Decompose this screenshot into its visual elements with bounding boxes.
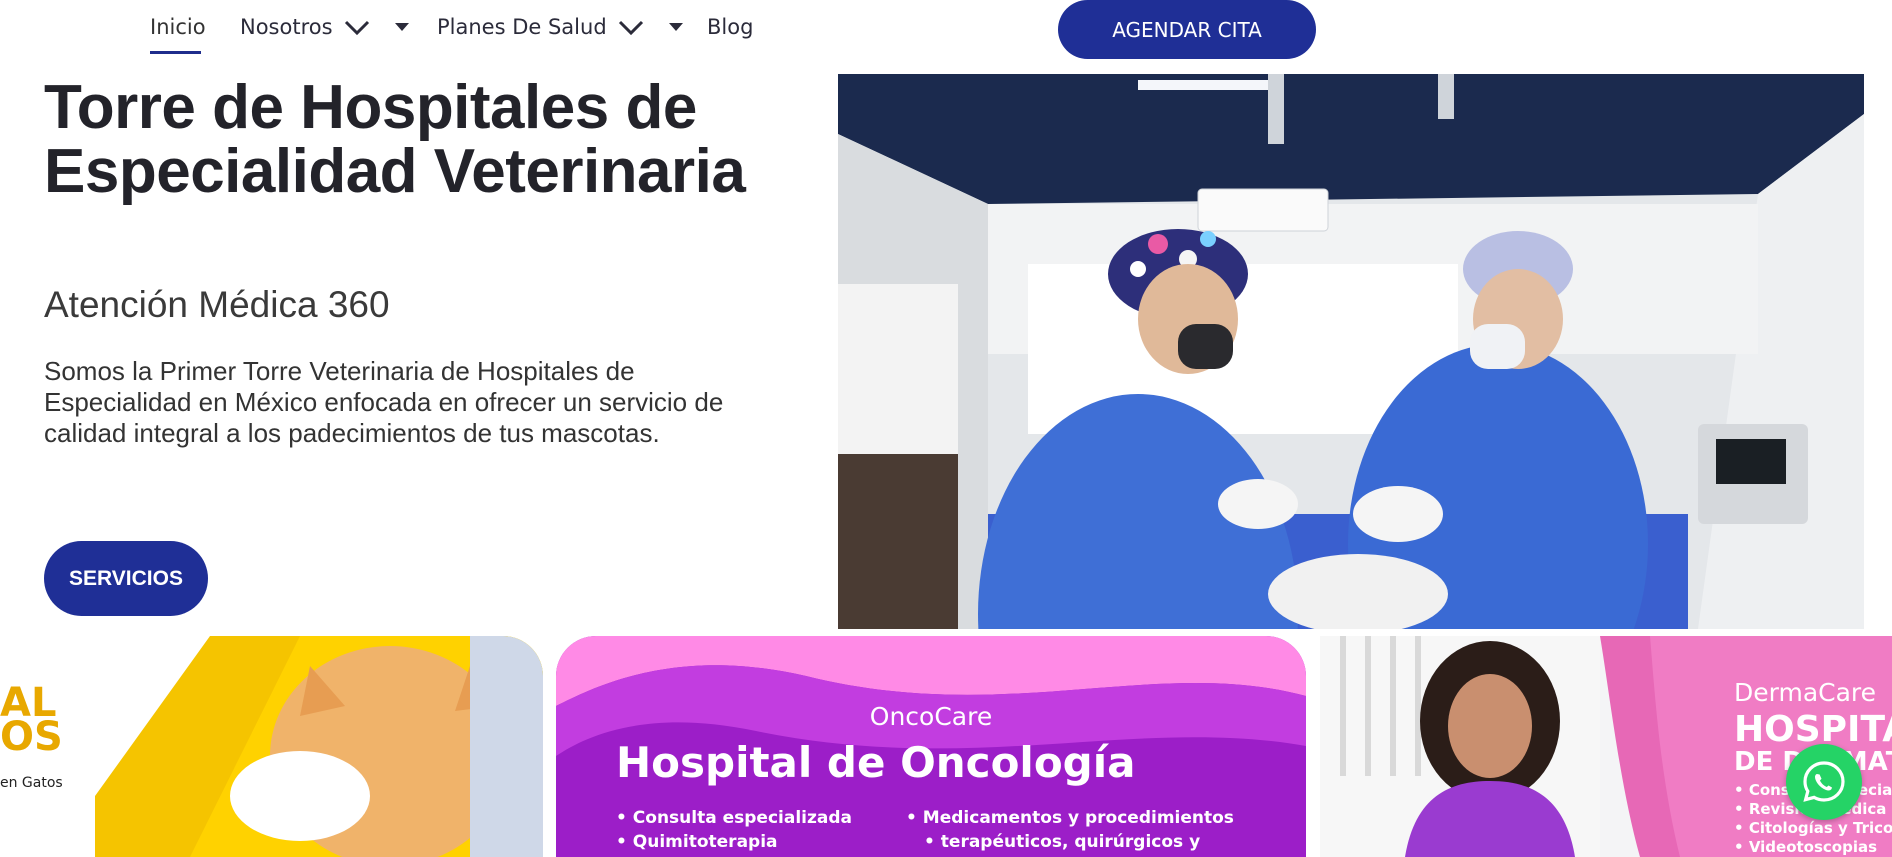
whatsapp-icon [1803,761,1845,802]
caret-down-icon[interactable] [668,23,683,31]
nav-item-inicio[interactable]: Inicio [150,15,206,39]
banner-cats[interactable]: AL OS en Gatos [0,636,543,857]
list-item: Videotoscopias [1734,838,1892,857]
nav-item-planes-de-salud[interactable]: Planes De Salud [437,15,683,39]
whatsapp-button[interactable] [1786,744,1862,820]
list-item: terapéuticos, quirúrgicos y [906,830,1234,854]
nav-label: Planes De Salud [437,15,607,39]
list-item: Consulta especializada [616,806,852,830]
banner-cats-title: AL OS [0,680,63,760]
top-navigation: Inicio Nosotros Planes De Salud Blog AGE… [0,0,1892,60]
hero-subtitle: Atención Médica 360 [44,284,390,325]
hero-title: Torre de Hospitales de Especialidad Vete… [44,73,746,206]
list-item: Medicamentos y procedimientos [906,806,1234,830]
dermacare-label: DermaCare [1734,678,1877,707]
banner-dermacare[interactable]: DermaCare HOSPITA DE DERMATO Consulta es… [1320,636,1892,857]
surgery-illustration [838,74,1864,629]
nav-label: Blog [707,15,754,39]
oncocare-label: OncoCare [869,702,993,731]
hero-surgery-photo [838,74,1864,629]
banner-cats-caption: en Gatos [0,775,63,791]
chevron-down-icon [344,20,369,36]
hero-description: Somos la Primer Torre Veterinaria de Hos… [44,356,724,448]
oncocare-list-right: Medicamentos y procedimientos terapéutic… [906,806,1234,854]
chevron-down-icon [618,20,643,36]
oncocare-list-left: Consulta especializada Quimitoterapia [616,806,852,854]
nav-label: Nosotros [240,15,333,39]
cat-illustration [95,636,543,857]
nav-item-nosotros[interactable]: Nosotros [240,15,409,39]
list-item: Quimitoterapia [616,830,852,854]
banner-oncocare[interactable]: OncoCare Hospital de Oncología Consulta … [556,636,1306,857]
dermacare-title-line1: HOSPITA [1734,709,1892,750]
servicios-button[interactable]: SERVICIOS [44,541,208,616]
caret-down-icon[interactable] [394,23,409,31]
list-item: Citologías y Tricog [1734,819,1892,838]
active-nav-underline [150,51,201,54]
agendar-cita-button[interactable]: AGENDAR CITA [1058,0,1316,59]
oncocare-title: Hospital de Oncología [616,738,1136,787]
nav-item-blog[interactable]: Blog [707,15,753,39]
nav-label: Inicio [150,15,206,39]
